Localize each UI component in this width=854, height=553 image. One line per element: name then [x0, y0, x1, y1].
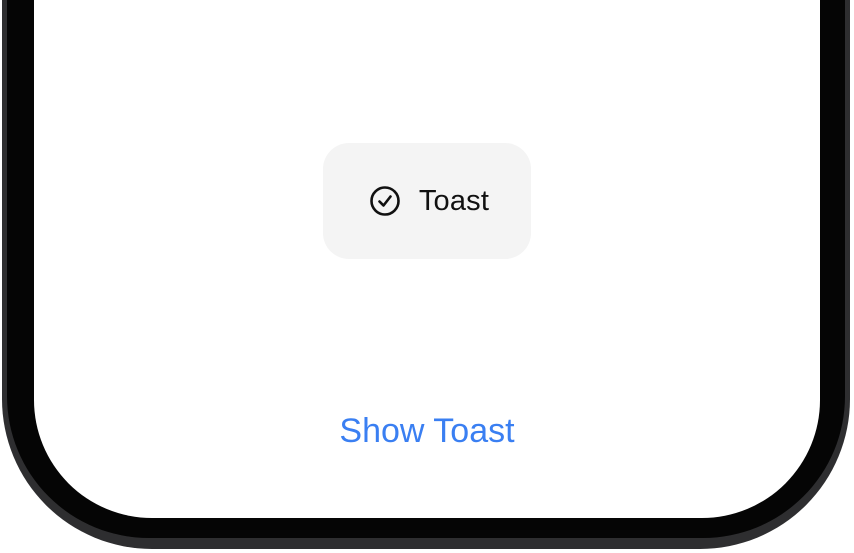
app-screen: Toast Show Toast	[34, 0, 820, 518]
toast-notification: Toast	[323, 143, 531, 259]
show-toast-button[interactable]: Show Toast	[34, 408, 820, 454]
checkmark-circle-icon	[370, 186, 400, 216]
device-frame: Toast Show Toast	[0, 0, 854, 553]
toast-label: Toast	[418, 184, 490, 217]
